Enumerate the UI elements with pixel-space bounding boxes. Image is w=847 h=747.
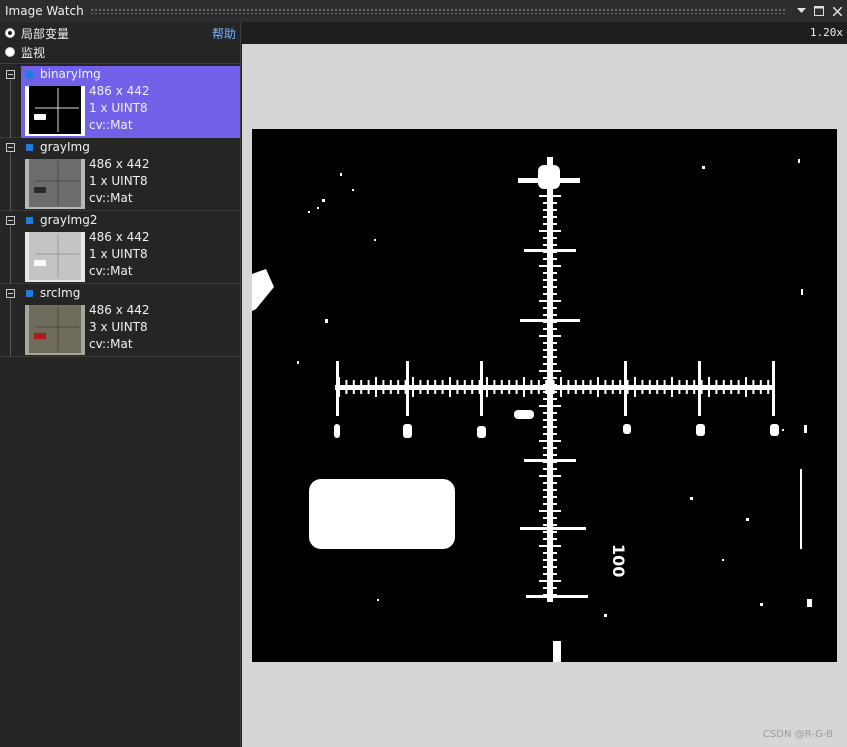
image-name: srcImg (40, 286, 81, 300)
zoom-bar: 1.20x (242, 22, 847, 44)
collapse-icon[interactable] (6, 289, 15, 298)
variable-icon (26, 217, 33, 224)
image-size: 486 x 442 (89, 157, 150, 171)
tree-line (10, 80, 11, 138)
thumbnail[interactable] (25, 86, 85, 136)
collapse-icon[interactable] (6, 143, 15, 152)
image-type: cv::Mat (89, 264, 133, 278)
radio-locals-label: 局部变量 (21, 26, 70, 41)
binary-image[interactable]: 100 (252, 129, 837, 662)
image-channels: 1 x UINT8 (89, 101, 148, 115)
image-viewport[interactable]: 100 CSDN @R-G-B (242, 44, 847, 747)
image-item-srcimg[interactable]: srcImg 486 x 442 3 x UINT8 cv::Mat (0, 285, 240, 357)
title-bar: Image Watch (0, 0, 847, 22)
image-name: binaryImg (40, 67, 101, 81)
thumbnail[interactable] (25, 232, 85, 282)
radio-locals[interactable]: 局部变量 (5, 24, 69, 42)
collapse-icon[interactable] (6, 216, 15, 225)
image-list-panel: 局部变量 帮助 监视 binaryImg 486 x 442 1 x UINT8… (0, 22, 241, 747)
window-title: Image Watch (5, 4, 84, 18)
image-type: cv::Mat (89, 337, 133, 351)
image-size: 486 x 442 (89, 84, 150, 98)
radio-watch-label: 监视 (21, 45, 46, 60)
image-size: 486 x 442 (89, 303, 150, 317)
maximize-icon[interactable] (811, 0, 827, 22)
image-channels: 1 x UINT8 (89, 247, 148, 261)
image-size: 486 x 442 (89, 230, 150, 244)
zoom-level: 1.20x (809, 26, 843, 39)
image-channels: 1 x UINT8 (89, 174, 148, 188)
help-link[interactable]: 帮助 (212, 25, 236, 42)
image-name: grayImg2 (40, 213, 98, 227)
radio-watch[interactable]: 监视 (5, 43, 45, 61)
image-name: grayImg (40, 140, 90, 154)
tree-line (10, 153, 11, 211)
thumbnail[interactable] (25, 159, 85, 209)
variable-icon (26, 144, 33, 151)
image-item-binaryimg[interactable]: binaryImg 486 x 442 1 x UINT8 cv::Mat (0, 66, 240, 138)
divider (0, 63, 240, 64)
close-icon[interactable] (829, 0, 845, 22)
variable-icon (26, 71, 33, 78)
tree-line (10, 299, 11, 357)
collapse-icon[interactable] (6, 70, 15, 79)
image-item-grayimg[interactable]: grayImg 486 x 442 1 x UINT8 cv::Mat (0, 139, 240, 211)
watermark: CSDN @R-G-B (762, 729, 833, 740)
scale-label: 100 (609, 544, 628, 577)
image-channels: 3 x UINT8 (89, 320, 148, 334)
tree-line (10, 226, 11, 284)
image-type: cv::Mat (89, 191, 133, 205)
radio-locals-indicator[interactable] (5, 28, 15, 38)
image-item-grayimg2[interactable]: grayImg2 486 x 442 1 x UINT8 cv::Mat (0, 212, 240, 284)
radio-watch-indicator[interactable] (5, 47, 15, 57)
dropdown-icon[interactable] (793, 0, 809, 22)
thumbnail[interactable] (25, 305, 85, 355)
variable-icon (26, 290, 33, 297)
title-grip[interactable] (89, 8, 785, 14)
image-type: cv::Mat (89, 118, 133, 132)
